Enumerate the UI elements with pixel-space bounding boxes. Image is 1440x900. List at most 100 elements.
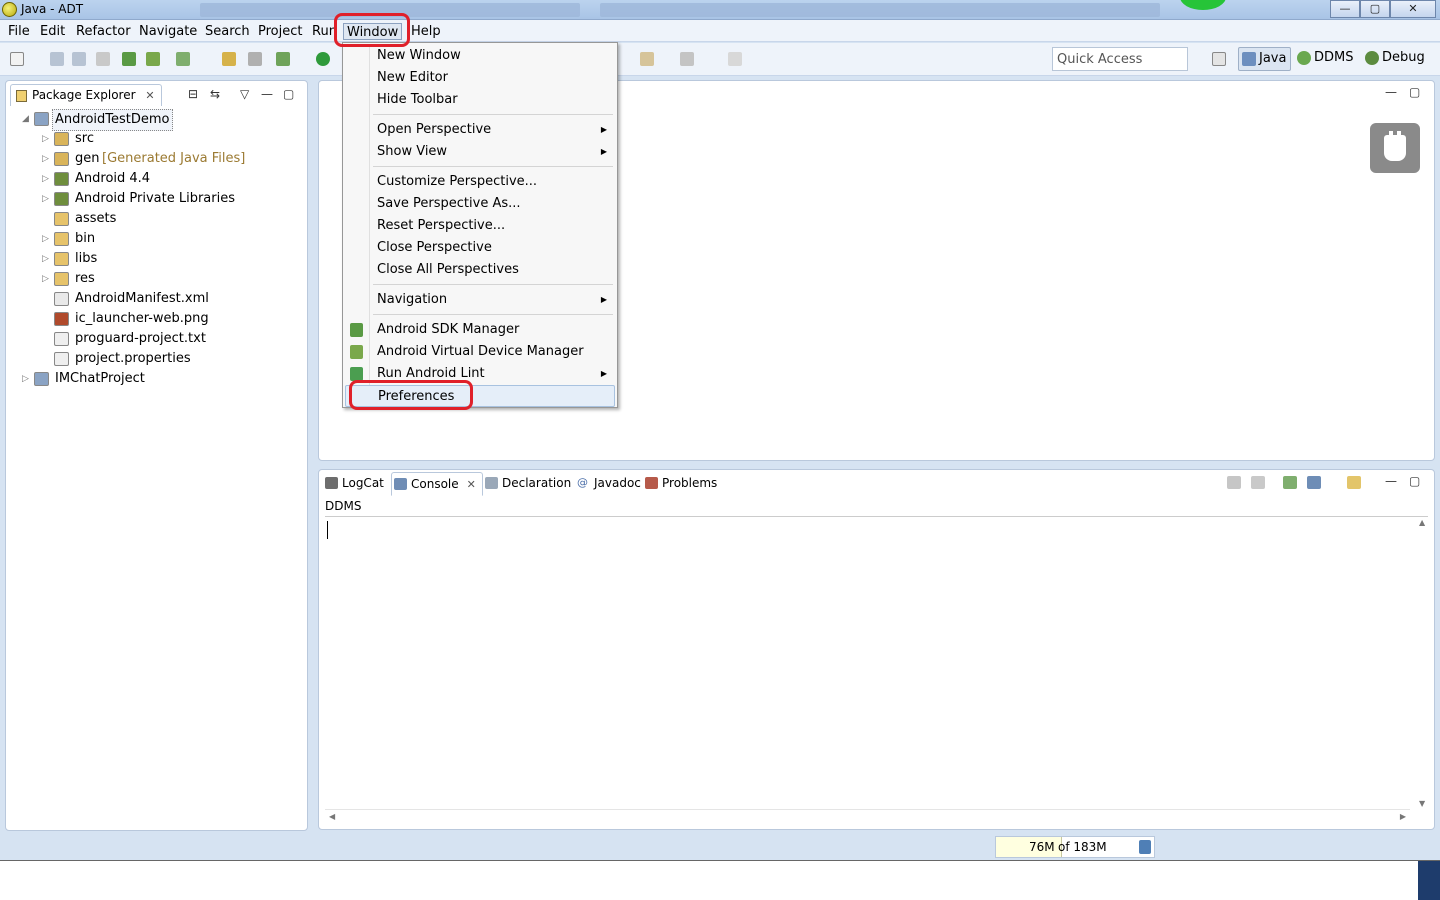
menu-separator	[373, 284, 613, 285]
menu-item-open-perspective[interactable]: Open Perspective ▶	[345, 119, 615, 141]
menu-item-hide-toolbar[interactable]: Hide Toolbar	[345, 89, 615, 111]
clear-console-icon[interactable]	[1227, 476, 1241, 489]
menu-item-new-window[interactable]: New Window	[345, 45, 615, 67]
collapse-arrow-icon[interactable]: ◢	[22, 109, 32, 129]
tree-item[interactable]: proguard-project.txt	[42, 329, 302, 349]
vertical-scrollbar[interactable]: ▲ ▼	[1416, 518, 1430, 808]
menu-item-reset-perspective[interactable]: Reset Perspective...	[345, 215, 615, 237]
lint-check-icon[interactable]	[176, 52, 190, 66]
perspective-ddms[interactable]: DDMS	[1294, 47, 1358, 71]
horizontal-scrollbar[interactable]: ◀ ▶	[325, 809, 1410, 823]
quick-access-input[interactable]: Quick Access	[1052, 47, 1188, 71]
close-icon[interactable]: ✕	[145, 89, 154, 102]
menu-project[interactable]: Project	[255, 23, 305, 40]
tree-item[interactable]: project.properties	[42, 349, 302, 369]
new-android-project-icon[interactable]	[222, 52, 236, 66]
menu-item-close-perspective[interactable]: Close Perspective	[345, 237, 615, 259]
sdk-manager-icon[interactable]	[122, 52, 136, 66]
console-output[interactable]	[325, 516, 1428, 807]
link-with-editor-icon[interactable]: ⇆	[210, 87, 220, 101]
tree-item[interactable]: ▷ IMChatProject	[22, 369, 282, 389]
tree-item[interactable]: ▷ src	[42, 129, 302, 149]
minimize-editor-icon[interactable]: —	[1385, 85, 1397, 99]
display-console-icon[interactable]	[1307, 476, 1321, 489]
expand-arrow-icon[interactable]: ▷	[42, 169, 52, 189]
menu-item-navigation[interactable]: Navigation ▶	[345, 289, 615, 311]
expand-arrow-icon[interactable]: ▷	[42, 269, 52, 289]
avd-manager-icon[interactable]	[146, 52, 160, 66]
tree-item[interactable]: assets	[42, 209, 302, 229]
tab-problems[interactable]: Problems	[643, 472, 717, 496]
tree-item[interactable]: ▷ bin	[42, 229, 302, 249]
maximize-editor-icon[interactable]: ▢	[1409, 85, 1420, 99]
back-arrow-icon[interactable]	[640, 52, 654, 66]
skip-breakpoints-icon[interactable]	[248, 52, 262, 66]
scroll-lock-icon[interactable]	[1251, 476, 1265, 489]
tree-item[interactable]: ▷ Android Private Libraries	[42, 189, 302, 209]
run-icon[interactable]	[316, 52, 330, 66]
menu-item-close-all-perspectives[interactable]: Close All Perspectives	[345, 259, 615, 281]
tab-logcat[interactable]: LogCat	[323, 472, 384, 496]
tree-item[interactable]: ◢ AndroidTestDemo	[22, 109, 282, 131]
tree-item[interactable]: ▷ res	[42, 269, 302, 289]
scroll-right-icon[interactable]: ▶	[1400, 812, 1406, 821]
perspective-debug[interactable]: Debug	[1362, 47, 1429, 71]
adt-app-icon	[2, 2, 17, 17]
open-console-icon[interactable]	[1347, 476, 1361, 489]
scroll-down-icon[interactable]: ▼	[1419, 799, 1425, 808]
save-all-icon[interactable]	[72, 52, 86, 66]
scroll-up-icon[interactable]: ▲	[1419, 518, 1425, 527]
usb-device-icon[interactable]	[1370, 123, 1420, 173]
close-button[interactable]: ✕	[1390, 0, 1436, 18]
tab-javadoc[interactable]: @ Javadoc	[575, 472, 641, 496]
menu-file[interactable]: File	[5, 23, 33, 40]
pin-editor-icon[interactable]	[728, 52, 742, 66]
menu-item-android-sdk-manager[interactable]: Android SDK Manager	[345, 319, 615, 341]
menu-edit[interactable]: Edit	[37, 23, 68, 40]
menu-item-label: Navigation	[377, 292, 448, 307]
collapse-all-icon[interactable]: ⊟	[188, 87, 198, 101]
menu-navigate[interactable]: Navigate	[136, 23, 200, 40]
garbage-collect-icon[interactable]	[1139, 840, 1151, 854]
pin-console-icon[interactable]	[1283, 476, 1297, 489]
menu-search[interactable]: Search	[202, 23, 253, 40]
tree-item[interactable]: ▷ libs	[42, 249, 302, 269]
tree-item[interactable]: AndroidManifest.xml	[42, 289, 302, 309]
tree-item[interactable]: ic_launcher-web.png	[42, 309, 302, 329]
minimize-view-icon[interactable]: —	[1385, 474, 1397, 488]
tree-item[interactable]: ▷ Android 4.4	[42, 169, 302, 189]
menu-help[interactable]: Help	[408, 23, 444, 40]
maximize-view-icon[interactable]: ▢	[1409, 474, 1420, 488]
minimize-button[interactable]: —	[1330, 0, 1360, 18]
expand-arrow-icon[interactable]: ▷	[42, 229, 52, 249]
menu-item-customize-perspective[interactable]: Customize Perspective...	[345, 171, 615, 193]
tab-package-explorer[interactable]: Package Explorer ✕	[10, 84, 162, 106]
tab-declaration[interactable]: Declaration	[483, 472, 571, 496]
save-icon[interactable]	[50, 52, 64, 66]
expand-arrow-icon[interactable]: ▷	[42, 189, 52, 209]
new-file-icon[interactable]	[10, 52, 24, 66]
expand-arrow-icon[interactable]: ▷	[42, 129, 52, 149]
perspective-java[interactable]: Java	[1238, 47, 1292, 71]
expand-arrow-icon[interactable]: ▷	[42, 149, 52, 169]
maximize-button[interactable]: ▢	[1360, 0, 1390, 18]
close-icon[interactable]: ✕	[467, 478, 476, 491]
menu-item-save-perspective-as[interactable]: Save Perspective As...	[345, 193, 615, 215]
folder-icon	[54, 212, 69, 226]
scroll-left-icon[interactable]: ◀	[329, 812, 335, 821]
menu-item-new-editor[interactable]: New Editor	[345, 67, 615, 89]
expand-arrow-icon[interactable]: ▷	[22, 369, 32, 389]
menu-item-android-virtual-device-manager[interactable]: Android Virtual Device Manager	[345, 341, 615, 363]
minimize-view-icon[interactable]: —	[261, 87, 273, 101]
expand-arrow-icon[interactable]: ▷	[42, 249, 52, 269]
debug-icon[interactable]	[276, 52, 290, 66]
forward-arrow-icon[interactable]	[680, 52, 694, 66]
view-menu-icon[interactable]: ▽	[240, 87, 249, 101]
open-perspective-icon[interactable]	[1212, 52, 1226, 66]
tab-console[interactable]: Console ✕	[391, 472, 483, 496]
maximize-view-icon[interactable]: ▢	[283, 87, 294, 101]
menu-item-show-view[interactable]: Show View ▶	[345, 141, 615, 163]
menu-refactor[interactable]: Refactor	[73, 23, 134, 40]
tree-item[interactable]: ▷ gen [Generated Java Files]	[42, 149, 302, 169]
print-icon[interactable]	[96, 52, 110, 66]
